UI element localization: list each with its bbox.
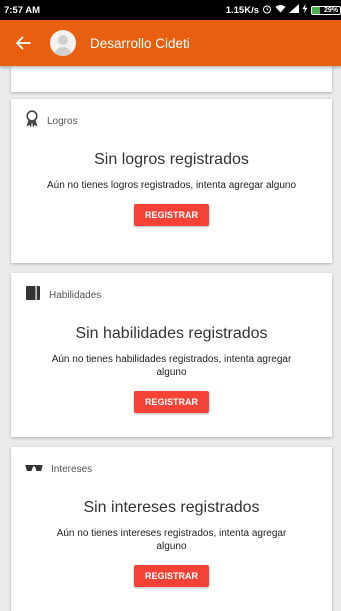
award-icon [25,109,39,133]
register-button[interactable]: REGISTRAR [134,391,209,413]
register-button[interactable]: REGISTRAR [134,204,209,226]
back-arrow-icon[interactable] [12,32,34,54]
page-title: Desarrollo Cideti [90,35,190,51]
charging-icon [302,4,308,16]
content-area[interactable]: Logros Sin logros registrados Aún no tie… [0,66,341,611]
battery-icon: 29% [311,5,341,15]
avatar[interactable] [50,30,76,56]
empty-description: Aún no tienes logros registrados, intent… [46,180,297,191]
intereses-card: Intereses Sin intereses registrados Aún … [11,447,332,611]
card-header: Logros [11,109,332,133]
empty-title: Sin intereses registrados [83,499,260,516]
empty-title: Sin habilidades registrados [75,325,268,342]
network-speed: 1.15K/s [225,4,259,16]
logros-card: Logros Sin logros registrados Aún no tie… [11,99,332,263]
signal-icon [289,4,299,16]
card-label: Habilidades [49,289,102,301]
card-header: Intereses [11,459,332,479]
card-label: Logros [47,115,78,127]
empty-description: Aún no tienes intereses registrados, int… [56,528,287,552]
register-button[interactable]: REGISTRAR [134,565,209,587]
empty-title: Sin logros registrados [94,151,249,168]
empty-description: Aún no tienes habilidades registrados, i… [51,354,292,378]
status-right: 1.15K/s 29% [226,4,341,17]
glasses-icon [25,460,43,478]
wifi-icon [275,4,286,16]
previous-card [11,66,332,92]
card-header: Habilidades [11,285,332,305]
alarm-icon [262,4,272,17]
battery-level: 29% [324,6,339,14]
app-bar: Desarrollo Cideti [0,20,341,66]
status-bar: 7:57 AM 1.15K/s 29% [0,0,341,20]
habilidades-card: Habilidades Sin habilidades registrados … [11,273,332,437]
book-icon [25,285,41,306]
status-time: 7:57 AM [4,4,41,16]
card-label: Intereses [51,463,93,475]
